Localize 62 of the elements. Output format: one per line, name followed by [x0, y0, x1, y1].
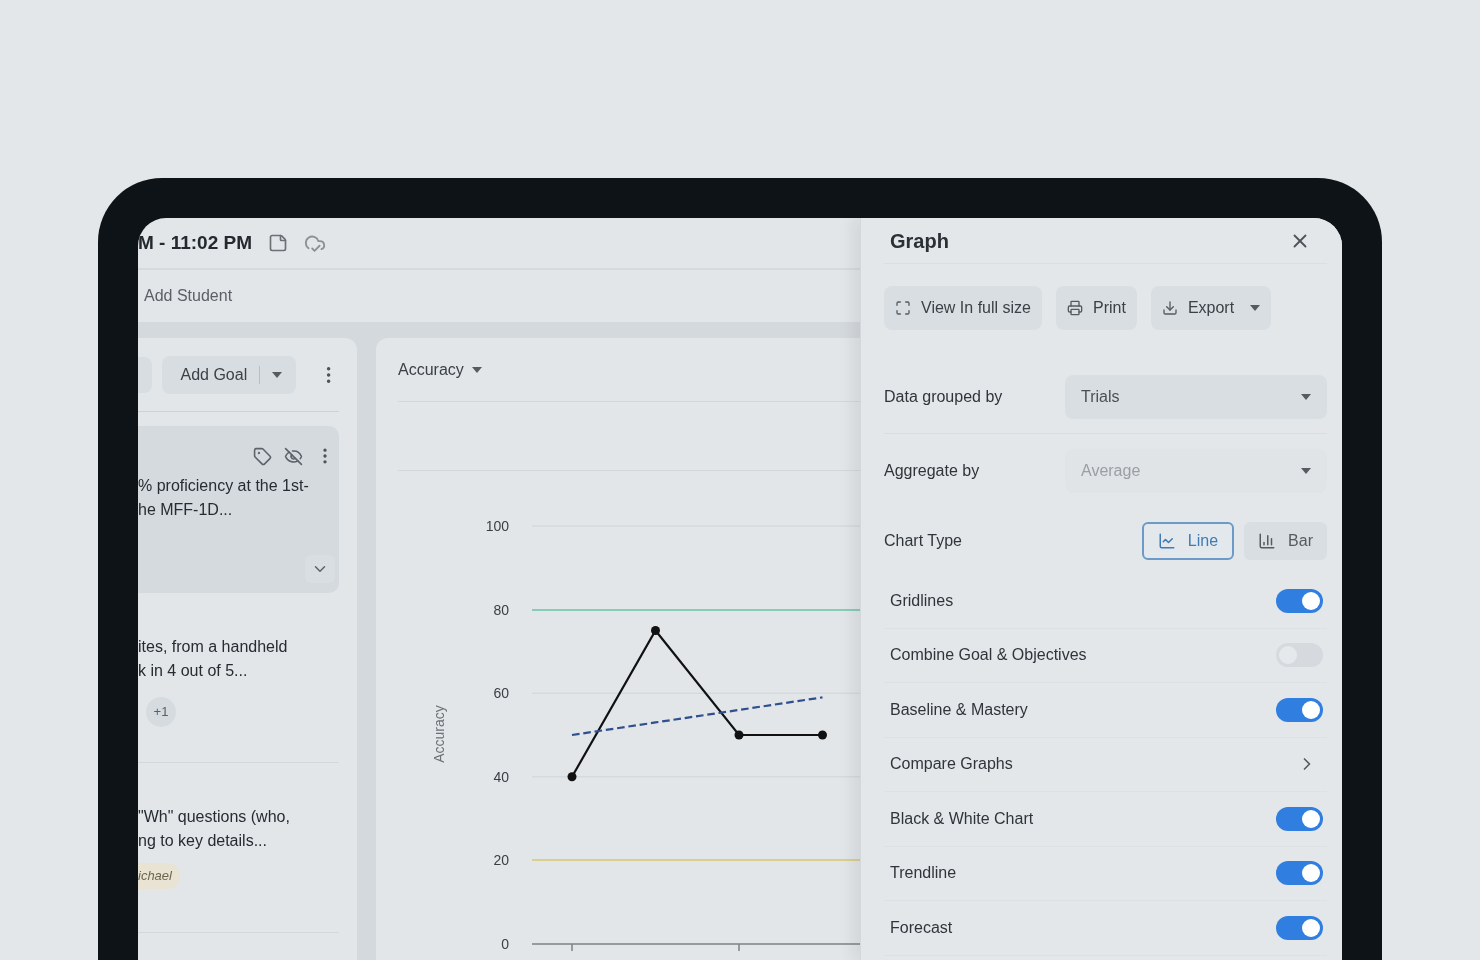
option-label: Black & White Chart	[890, 808, 1034, 829]
option-label: Combine Goal & Objectives	[890, 645, 1087, 666]
data-point	[651, 626, 660, 635]
goal-card[interactable]: "Wh" questions (who, ng to key details... ichael	[138, 763, 339, 933]
y-axis-title: Accuracy	[431, 705, 447, 763]
expand-button[interactable]	[305, 555, 335, 583]
y-tick-label: 60	[493, 685, 509, 702]
option-label: Compare Graphs	[890, 754, 1013, 775]
toggle-switch[interactable]	[1276, 915, 1323, 940]
printer-icon	[1067, 300, 1083, 316]
bar-chart-icon	[1258, 532, 1277, 550]
y-tick-label: 20	[493, 852, 509, 869]
option-label: Forecast	[890, 917, 953, 938]
y-tick-label: 0	[501, 936, 509, 951]
toggle-switch[interactable]	[1276, 697, 1323, 722]
line-chart-icon	[1157, 532, 1176, 550]
toggle-switch[interactable]	[1276, 861, 1323, 886]
eye-off-icon[interactable]	[284, 446, 303, 466]
data-point	[567, 772, 577, 782]
y-tick-label: 40	[493, 768, 509, 785]
option-label: Trendline	[890, 863, 957, 884]
goal-text: he MFF-1D...	[138, 500, 234, 520]
caret-icon	[1301, 393, 1311, 400]
goal-text: k in 4 out of 5...	[138, 661, 249, 681]
chart-type-option[interactable]: Line	[1141, 522, 1235, 560]
field-label: Data grouped by	[884, 386, 1004, 407]
select-field[interactable]: Trials	[1065, 374, 1327, 419]
option-label: Gridlines	[890, 590, 954, 611]
goal-text: ites, from a handheld	[138, 637, 289, 657]
expand-icon	[895, 300, 911, 316]
field-label: Chart Type	[884, 531, 962, 551]
metric-dropdown[interactable]: Accuracy	[398, 357, 482, 382]
add-student-link[interactable]: Add Student	[144, 284, 233, 308]
option-label: Baseline & Mastery	[890, 699, 1028, 720]
time-range: M - 11:02 PM	[138, 230, 253, 255]
goal-text: "Wh" questions (who,	[138, 807, 291, 827]
action-button[interactable]: Print	[1056, 286, 1137, 330]
caret-icon	[272, 371, 283, 378]
toggle-switch[interactable]	[1276, 806, 1323, 831]
download-icon	[1161, 300, 1178, 316]
count-badge: +1	[146, 697, 176, 727]
caret-icon	[471, 366, 482, 373]
note-icon[interactable]	[268, 233, 289, 253]
toggle-switch[interactable]	[1276, 588, 1323, 613]
data-point	[818, 730, 827, 740]
tag-icon[interactable]	[253, 446, 272, 466]
chart-type-option[interactable]: Bar	[1244, 522, 1327, 560]
caret-icon	[1301, 468, 1311, 474]
panel-title: Graph	[890, 228, 949, 254]
goal-text: ng to key details...	[138, 831, 268, 851]
action-button[interactable]: Export	[1150, 286, 1272, 330]
caret-icon	[1250, 305, 1261, 311]
goal-text: % proficiency at the 1st-	[138, 476, 310, 496]
field-label: Aggregate by	[884, 461, 981, 481]
y-tick-label: 100	[485, 518, 509, 534]
action-button[interactable]: View In full size	[884, 286, 1042, 330]
goal-card[interactable]: % proficiency at the 1st- he MFF-1D...	[138, 426, 339, 593]
y-tick-label: 80	[493, 601, 509, 618]
add-goal-button[interactable]: Add Goal	[162, 355, 296, 394]
goal-card[interactable]: ites, from a handheld k in 4 out of 5... +1	[138, 593, 339, 763]
data-point	[734, 730, 744, 740]
student-tag: ichael	[138, 863, 180, 889]
